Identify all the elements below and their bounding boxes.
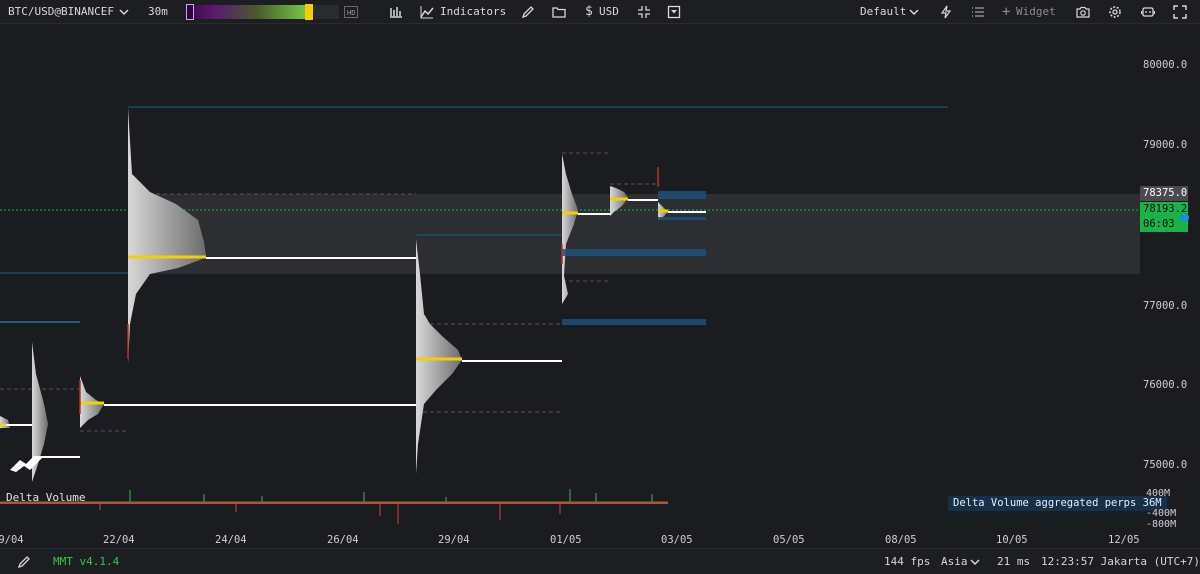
volume-gradient-slider[interactable]	[186, 5, 316, 19]
time-label: 24/04	[215, 534, 247, 546]
volume-profile	[128, 108, 206, 364]
delta-scale-400m: 400M	[1146, 488, 1171, 499]
chevron-down-icon[interactable]	[116, 4, 132, 20]
time-label: 29/04	[438, 534, 470, 546]
alert-dot-icon[interactable]	[1180, 213, 1189, 222]
hd-toggle[interactable]: HD	[344, 6, 359, 18]
value-area-band	[128, 194, 1140, 274]
time-label: 19/04	[0, 534, 24, 546]
widget-button[interactable]: Widget	[1016, 0, 1056, 24]
layout-selector[interactable]: Default	[860, 0, 906, 24]
gradient-slider-track	[313, 5, 339, 19]
top-toolbar: BTC/USD@BINANCEF 30m HD Indicators $ USD…	[0, 0, 1200, 24]
delta-volume-title: Delta Volume	[6, 491, 86, 504]
chart-canvas	[0, 106, 1140, 482]
delta-scale-neg-400m: -400M	[1146, 508, 1177, 519]
price-label-80000: 80000.0	[1143, 59, 1188, 71]
folder-icon[interactable]	[551, 4, 567, 20]
liquidity-zone	[562, 249, 706, 256]
time-label: 03/05	[661, 534, 693, 546]
status-bar: MMT v4.1.4 144 fps Asia 21 ms 12:23:57 J…	[0, 548, 1200, 574]
layout-chevron-down-icon[interactable]	[906, 4, 922, 20]
mmt-logo	[10, 456, 44, 472]
plus-icon[interactable]: +	[1002, 0, 1010, 24]
liquidity-zone	[562, 319, 706, 325]
delta-volume-tag-label: Delta Volume aggregated perps	[953, 497, 1137, 509]
candle-style-icon[interactable]	[388, 4, 404, 20]
collapse-icon[interactable]	[636, 4, 652, 20]
delta-volume-tag: Delta Volume aggregated perps 36M	[948, 496, 1167, 511]
price-label-75000: 75000.0	[1143, 459, 1188, 471]
timeframe-selector[interactable]: 30m	[148, 0, 168, 24]
app-version: MMT v4.1.4	[53, 555, 120, 568]
region-selector[interactable]: Asia	[941, 549, 968, 574]
liquidity-zone	[658, 191, 706, 199]
dropdown-box-icon[interactable]	[666, 4, 682, 20]
time-label: 12/05	[1108, 534, 1140, 546]
list-icon[interactable]	[970, 4, 986, 20]
price-label-76000: 76000.0	[1143, 379, 1188, 391]
price-axis[interactable]	[1140, 24, 1200, 554]
price-chart[interactable]	[0, 24, 1140, 488]
price-label-77000: 77000.0	[1143, 300, 1188, 312]
gradient-max-handle[interactable]	[305, 4, 313, 20]
time-label: 22/04	[103, 534, 135, 546]
region-chevron-down-icon[interactable]	[967, 554, 983, 570]
price-label-79000: 79000.0	[1143, 139, 1188, 151]
gradient-min-handle[interactable]	[186, 4, 194, 20]
clock[interactable]: 12:23:57 Jakarta (UTC+7)	[1041, 549, 1200, 574]
symbol-selector[interactable]: BTC/USD@BINANCEF	[8, 0, 114, 24]
robot-icon[interactable]	[1140, 4, 1156, 20]
fps-counter: 144 fps	[884, 555, 931, 568]
time-label: 05/05	[773, 534, 805, 546]
time-label: 10/05	[996, 534, 1028, 546]
indicators-button[interactable]: Indicators	[440, 0, 506, 24]
camera-icon[interactable]	[1075, 4, 1091, 20]
current-price-badge: 78375.0	[1140, 186, 1188, 201]
currency-selector[interactable]: USD	[599, 0, 619, 24]
edit-icon[interactable]	[16, 554, 32, 570]
delta-scale-neg-800m: -800M	[1146, 519, 1177, 530]
dollar-icon[interactable]: $	[585, 0, 593, 24]
volume-profile	[416, 239, 462, 474]
lightning-icon[interactable]	[938, 4, 954, 20]
time-label: 01/05	[550, 534, 582, 546]
indicators-icon[interactable]	[419, 4, 435, 20]
time-label: 08/05	[885, 534, 917, 546]
gear-icon[interactable]	[1107, 4, 1123, 20]
fullscreen-icon[interactable]	[1172, 4, 1188, 20]
liquidity-zone	[658, 217, 706, 220]
latency-indicator: 21 ms	[997, 555, 1031, 568]
time-label: 26/04	[327, 534, 359, 546]
pencil-icon[interactable]	[520, 4, 536, 20]
